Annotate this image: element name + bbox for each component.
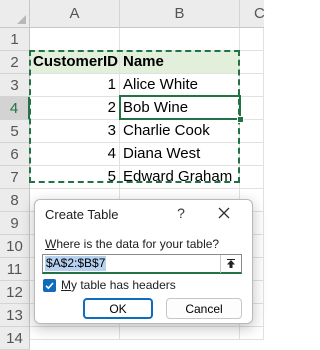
header-cell-name[interactable]: Name <box>120 51 240 74</box>
table-cell-id[interactable]: 2 <box>30 97 120 120</box>
row-header-4[interactable]: 4 <box>0 97 30 120</box>
range-prompt-label: Where is the data for your table? <box>45 237 220 251</box>
row-header-2[interactable]: 2 <box>0 51 30 74</box>
cell[interactable] <box>240 51 264 74</box>
table-cell-id[interactable]: 4 <box>30 143 120 166</box>
checkmark-icon <box>45 282 54 290</box>
row-header-12[interactable]: 12 <box>0 281 30 304</box>
cell[interactable] <box>240 166 264 189</box>
table-cell-id[interactable]: 5 <box>30 166 120 189</box>
row-header-11[interactable]: 11 <box>0 258 30 281</box>
column-header-c[interactable]: C <box>240 0 265 28</box>
collapse-range-icon <box>227 259 235 268</box>
headers-checkbox-label[interactable]: My table has headers <box>61 278 176 292</box>
row-header-1[interactable]: 1 <box>0 28 30 51</box>
collapse-range-button[interactable] <box>220 255 241 273</box>
table-cell-id[interactable]: 3 <box>30 120 120 143</box>
table-cell-name[interactable]: Edward Graham <box>120 166 240 189</box>
table-cell-name[interactable]: Alice White <box>120 74 240 97</box>
cancel-button[interactable]: Cancel <box>166 298 242 319</box>
row-header-10[interactable]: 10 <box>0 235 30 258</box>
column-header-a[interactable]: A <box>30 0 120 28</box>
header-cell-customerid[interactable]: CustomerID <box>30 51 120 74</box>
cell[interactable] <box>240 74 264 97</box>
row-header-7[interactable]: 7 <box>0 166 30 189</box>
cell[interactable] <box>240 327 264 340</box>
dialog-title: Create Table <box>45 207 119 222</box>
cell[interactable] <box>240 28 264 51</box>
row-header-13[interactable]: 13 <box>0 304 30 327</box>
row-header-5[interactable]: 5 <box>0 120 30 143</box>
range-input[interactable]: $A$2:$B$7 <box>42 254 242 274</box>
cell[interactable] <box>120 327 240 340</box>
cell[interactable] <box>240 143 264 166</box>
select-all-corner[interactable] <box>0 0 30 28</box>
table-cell-name[interactable]: Bob Wine <box>120 97 240 120</box>
table-cell-name[interactable]: Charlie Cook <box>120 120 240 143</box>
table-cell-id[interactable]: 1 <box>30 74 120 97</box>
close-button[interactable] <box>215 204 233 222</box>
cell[interactable] <box>30 28 120 51</box>
row-header-9[interactable]: 9 <box>0 212 30 235</box>
help-button[interactable]: ? <box>172 204 190 222</box>
cell[interactable] <box>30 327 120 340</box>
headers-checkbox[interactable] <box>43 279 56 292</box>
ok-button[interactable]: OK <box>83 298 153 319</box>
table-cell-name[interactable]: Diana West <box>120 143 240 166</box>
range-input-value: $A$2:$B$7 <box>45 256 107 271</box>
create-table-dialog: Create Table ? Where is the data for you… <box>34 199 253 324</box>
cell[interactable] <box>240 120 264 143</box>
close-icon <box>218 207 230 219</box>
fill-handle[interactable] <box>237 116 244 123</box>
column-header-b[interactable]: B <box>120 0 240 28</box>
row-header-3[interactable]: 3 <box>0 74 30 97</box>
row-header-14[interactable]: 14 <box>0 327 30 350</box>
row-header-6[interactable]: 6 <box>0 143 30 166</box>
row-header-8[interactable]: 8 <box>0 189 30 212</box>
cell[interactable] <box>120 28 240 51</box>
